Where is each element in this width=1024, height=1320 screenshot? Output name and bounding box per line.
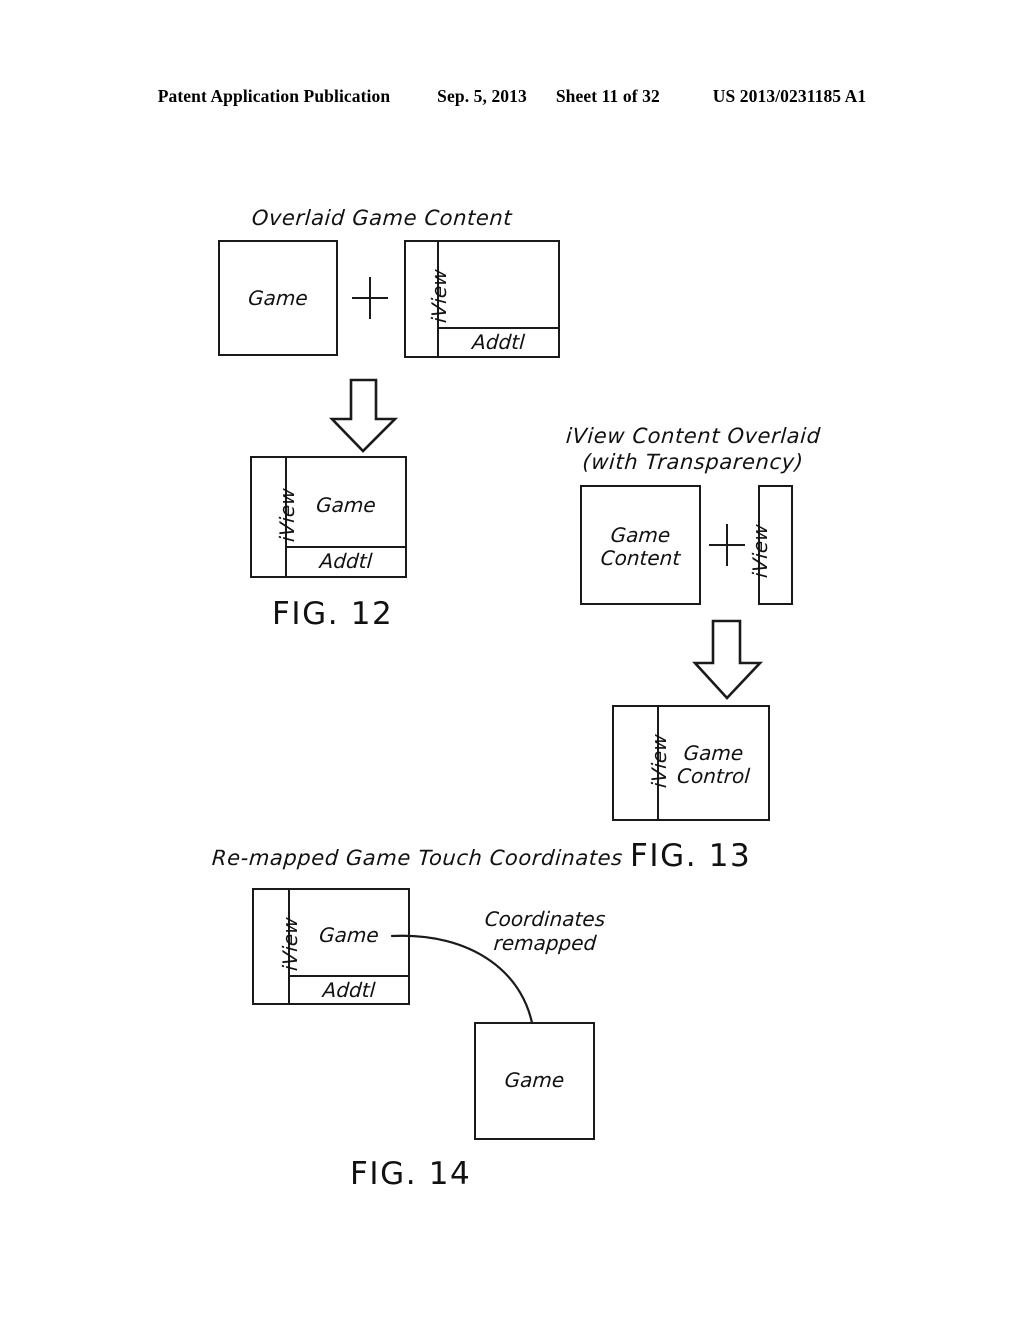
fig13-title-line2: (with Transparency): [581, 450, 805, 474]
fig13-game-content-label-line1: Game: [609, 523, 672, 547]
page-header: Patent Application Publication Sep. 5, 2…: [0, 86, 1024, 107]
fig12-game-label: Game: [247, 286, 309, 310]
fig14-source-game-label: Game: [318, 923, 380, 947]
fig14-annotation-line1: Coordinates: [483, 907, 607, 931]
fig12-caption: FIG. 12: [272, 596, 394, 632]
fig13-result-game-label-line1: Game: [682, 741, 745, 765]
fig13-iview-strip-label: iView: [748, 523, 772, 579]
fig13-caption: FIG. 13: [630, 838, 752, 874]
fig12-addtl-divider: [437, 327, 560, 329]
fig12-result-addtl-divider: [285, 546, 407, 548]
fig12-plus-icon: [352, 277, 388, 319]
header-date: Sep. 5, 2013: [437, 86, 527, 106]
fig12-result-game-label: Game: [315, 493, 377, 517]
fig14-target-game-label: Game: [503, 1068, 566, 1092]
fig14-caption: FIG. 14: [350, 1156, 472, 1192]
fig12-iview-label: iView: [427, 268, 451, 324]
fig14-title: Re-mapped Game Touch Coordinates: [211, 846, 624, 870]
fig12-down-arrow-icon: [328, 378, 399, 453]
header-doc-number: US 2013/0231185 A1: [712, 86, 867, 106]
fig12-title: Overlaid Game Content: [251, 206, 514, 230]
header-sheet: Sheet 11 of 32: [555, 86, 660, 106]
fig14-source-addtl-label: Addtl: [321, 978, 377, 1002]
fig13-title-line1: iView Content Overlaid: [565, 424, 822, 448]
fig14-annotation-line2: remapped: [492, 931, 598, 955]
fig12-addtl-label: Addtl: [471, 330, 526, 354]
fig14-source-addtl-divider: [288, 975, 410, 977]
fig13-plus-icon: [709, 524, 745, 566]
fig13-down-arrow-icon: [692, 619, 764, 700]
header-publication: Patent Application Publication: [157, 86, 391, 106]
fig13-game-content-label-line2: Content: [599, 546, 682, 570]
fig12-result-addtl-label: Addtl: [318, 549, 374, 573]
fig13-result-control-label-line2: Control: [676, 764, 751, 788]
